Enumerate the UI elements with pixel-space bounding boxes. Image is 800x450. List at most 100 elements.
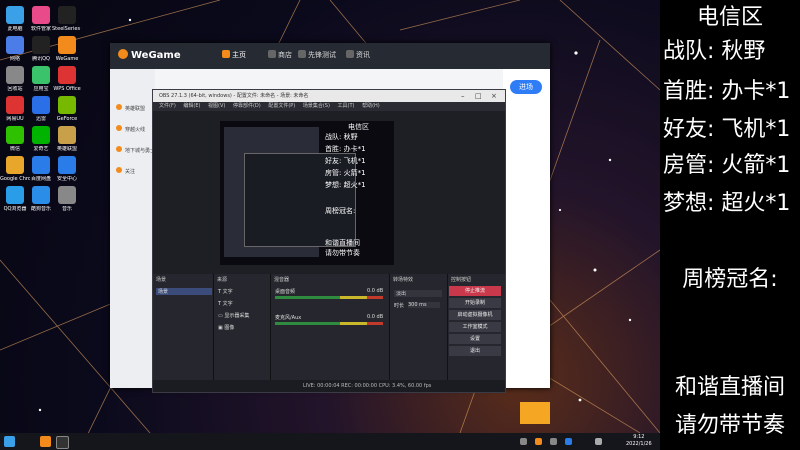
desktop-icon[interactable]: 英雄联盟	[52, 126, 82, 152]
desktop-icon[interactable]: 安全中心	[52, 156, 82, 182]
obs-titlebar: OBS 27.1.3 (64-bit, windows) - 配置文件: 未命名…	[153, 90, 505, 102]
desktop-icon-label: 音乐	[61, 206, 72, 212]
preview-line: 战队: 秋野	[325, 133, 358, 141]
desktop-icon[interactable]: WeGame	[52, 36, 82, 62]
close-icon[interactable]: ×	[491, 92, 497, 100]
source-item[interactable]: ▣ 图像	[218, 324, 234, 331]
app-icon	[6, 36, 24, 54]
duration-input[interactable]: 300 ms	[408, 302, 440, 308]
desktop-icon[interactable]: WPS Office	[52, 66, 82, 92]
menu-tools[interactable]: 工具(T)	[338, 103, 355, 109]
tab-store[interactable]: 商店	[268, 50, 292, 60]
overlay-line: 好友: 飞机*1	[663, 117, 791, 142]
source-item[interactable]: T 文字	[218, 288, 233, 295]
maximize-icon[interactable]: □	[475, 92, 482, 100]
app-icon	[6, 66, 24, 84]
tray-icon[interactable]	[520, 438, 527, 445]
desktop-icon[interactable]: SteelSeries GG	[52, 6, 82, 32]
game-icon	[116, 104, 122, 110]
wegame-sidebar: 英雄联盟 穿越火线 地下城与勇士 关注	[110, 69, 155, 388]
preview-nested-screen	[224, 127, 356, 257]
volume-icon[interactable]	[595, 438, 602, 445]
preview-line: 请勿带节奏	[325, 249, 360, 257]
preview-line: 电信区	[348, 123, 369, 131]
menu-scene-collection[interactable]: 场景集合(S)	[303, 103, 330, 109]
mixer-dock: 混音器 桌面音频 0.0 dB 麦克风/Aux 0.0 dB	[271, 274, 390, 392]
desktop-icon-label: WPS Office	[53, 86, 81, 92]
tray-icon[interactable]	[535, 438, 542, 445]
app-icon	[6, 126, 24, 144]
preview-line: 和谐直播间	[325, 239, 360, 247]
sidebar-item[interactable]: 穿越火线	[110, 120, 155, 141]
taskbar-clock[interactable]: 9:12 2022/1/26	[626, 434, 652, 448]
studio-mode-button[interactable]: 工作室模式	[449, 322, 501, 332]
obs-docks: 场景 场景 来源 T 文字 T 文字 ▭ 显示器采集 ▣ 图像 混音器 桌面音频…	[153, 274, 505, 392]
desktop-icon-label: 安全中心	[56, 176, 77, 182]
app-icon	[6, 186, 24, 204]
preview-line: 首胜: 办卡*1	[325, 145, 366, 153]
obs-taskbar-icon[interactable]	[56, 436, 69, 449]
wegame-taskbar-icon[interactable]	[40, 436, 51, 447]
app-icon	[32, 186, 50, 204]
app-icon	[32, 66, 50, 84]
tab-news[interactable]: 资讯	[346, 50, 370, 60]
overlay-line: 和谐直播间	[674, 375, 785, 400]
app-icon	[32, 126, 50, 144]
obs-window: OBS 27.1.3 (64-bit, windows) - 配置文件: 未命名…	[152, 89, 506, 393]
exit-button[interactable]: 退出	[449, 346, 501, 356]
preview-line: 房管: 火箭*1	[325, 169, 366, 177]
menu-docks[interactable]: 停靠部件(D)	[233, 103, 261, 109]
taskbar: 9:12 2022/1/26	[0, 433, 660, 450]
sidebar-item[interactable]: 地下城与勇士	[110, 141, 155, 162]
home-icon	[222, 50, 230, 58]
menu-help[interactable]: 帮助(H)	[362, 103, 380, 109]
menu-profile[interactable]: 配置文件(P)	[268, 103, 295, 109]
app-icon	[58, 6, 76, 24]
desktop-icon[interactable]: GeForce	[52, 96, 82, 122]
overlay-line: 首胜: 办卡*1	[663, 79, 791, 104]
start-icon[interactable]	[4, 436, 15, 447]
tab-home[interactable]: 主页	[222, 50, 246, 60]
game-icon	[116, 146, 122, 152]
wegame-logo: WeGame	[118, 49, 181, 61]
settings-button[interactable]: 设置	[449, 334, 501, 344]
obs-menubar: 文件(F) 编辑(E) 视图(V) 停靠部件(D) 配置文件(P) 场景集合(S…	[153, 102, 505, 111]
menu-view[interactable]: 视图(V)	[208, 103, 225, 109]
scenes-dock: 场景 场景	[153, 274, 214, 392]
desktop-icon[interactable]: 音乐	[52, 186, 82, 212]
transitions-dock: 转场特效 淡出 时长 300 ms	[390, 274, 448, 392]
minimize-icon[interactable]: –	[461, 92, 465, 100]
wegame-bottom-banner[interactable]	[520, 402, 550, 424]
app-icon	[6, 96, 24, 114]
desktop-icon-label: 英雄联盟	[56, 146, 77, 152]
sidebar-item[interactable]: 关注	[110, 162, 155, 183]
app-icon	[32, 36, 50, 54]
app-icon	[6, 6, 24, 24]
game-icon	[116, 167, 122, 173]
tray-icon[interactable]	[550, 438, 557, 445]
menu-edit[interactable]: 编辑(E)	[183, 103, 200, 109]
tab-test[interactable]: 先锋测试	[298, 50, 336, 60]
app-icon	[58, 36, 76, 54]
wegame-titlebar: WeGame 主页 商店 先锋测试 资讯	[110, 43, 550, 69]
tray-icon[interactable]	[565, 438, 572, 445]
mixer-channel-db: 0.0 dB	[367, 314, 384, 320]
obs-preview[interactable]: 电信区 战队: 秋野 首胜: 办卡*1 好友: 飞机*1 房管: 火箭*1 梦想…	[220, 121, 394, 265]
transition-select[interactable]: 淡出	[394, 290, 442, 297]
overlay-line: 房管: 火箭*1	[663, 153, 791, 178]
app-icon	[58, 66, 76, 84]
desktop-icon-label: WeGame	[55, 56, 79, 62]
join-button[interactable]: 进场	[510, 80, 542, 94]
source-item[interactable]: T 文字	[218, 300, 233, 307]
virtual-camera-button[interactable]: 启动虚拟摄像机	[449, 310, 501, 320]
start-recording-button[interactable]: 开始录制	[449, 298, 501, 308]
source-item[interactable]: ▭ 显示器采集	[218, 312, 249, 319]
store-icon	[268, 50, 276, 58]
preview-nested-window	[244, 153, 356, 247]
app-icon	[6, 156, 24, 174]
menu-file[interactable]: 文件(F)	[159, 103, 176, 109]
news-icon	[346, 50, 354, 58]
stop-streaming-button[interactable]: 停止推流	[449, 286, 501, 296]
sidebar-item[interactable]: 英雄联盟	[110, 99, 155, 120]
scene-item[interactable]: 场景	[156, 288, 212, 295]
